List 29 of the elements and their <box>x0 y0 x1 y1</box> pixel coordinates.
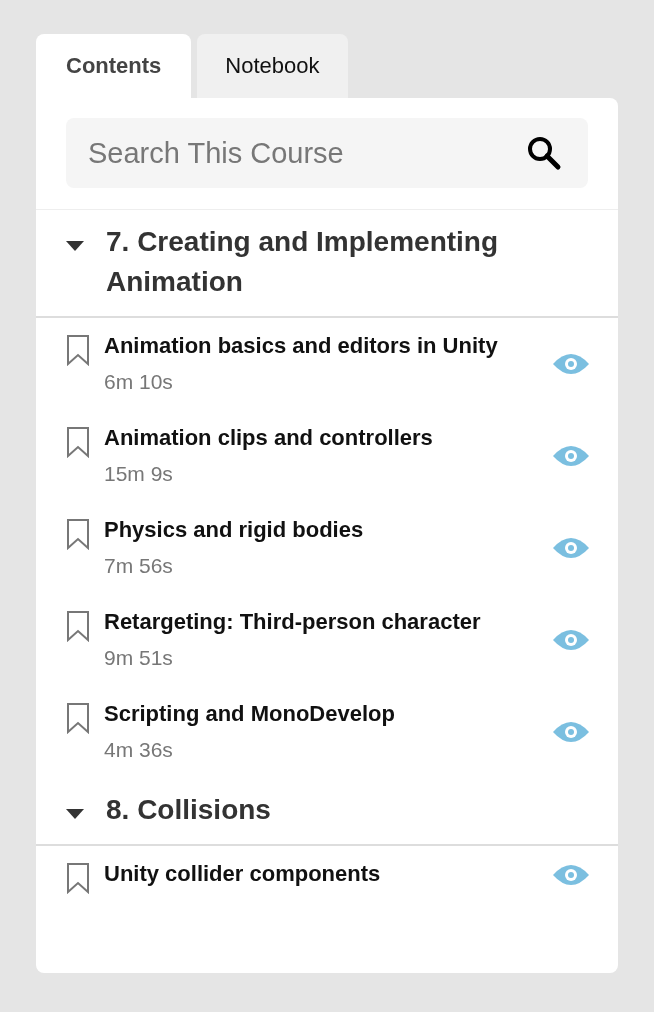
lesson-title: Scripting and MonoDevelop <box>104 700 396 728</box>
lesson-duration: 6m 10s <box>104 369 174 395</box>
search-field[interactable]: Search This Course <box>66 118 588 188</box>
lesson-item[interactable]: Unity collider components <box>36 846 618 904</box>
bookmark-icon[interactable] <box>66 334 90 366</box>
lesson-duration: 4m 36s <box>104 737 174 763</box>
bookmark-icon[interactable] <box>66 862 90 894</box>
search-icon[interactable] <box>526 135 562 171</box>
lesson-title: Animation clips and controllers <box>104 424 434 452</box>
lesson-title: Unity collider components <box>104 860 382 888</box>
section-header[interactable]: 8. Collisions <box>36 778 618 846</box>
tab[interactable]: Notebook <box>197 34 348 98</box>
lesson-item[interactable]: Animation basics and editors in Unity 6m 10s <box>36 318 618 410</box>
lesson-item[interactable]: Retargeting: Third-person character 9m 51s <box>36 594 618 686</box>
section-header[interactable]: 7. Creating and Implementing Animation <box>36 210 618 318</box>
tab[interactable]: Contents <box>36 34 192 98</box>
lesson-duration: 9m 51s <box>104 645 174 671</box>
lesson-title: Retargeting: Third-person character <box>104 608 482 636</box>
lesson-duration: 7m 56s <box>104 553 174 579</box>
lesson-item[interactable]: Animation clips and controllers 15m 9s <box>36 410 618 502</box>
bookmark-icon[interactable] <box>66 702 90 734</box>
lesson-item[interactable]: Physics and rigid bodies 7m 56s <box>36 502 618 594</box>
bookmark-icon[interactable] <box>66 518 90 550</box>
lesson-duration: 15m 9s <box>104 461 174 487</box>
lesson-title: Physics and rigid bodies <box>104 516 365 544</box>
bookmark-icon[interactable] <box>66 610 90 642</box>
lesson-item[interactable]: Scripting and MonoDevelop 4m 36s <box>36 686 618 778</box>
bookmark-icon[interactable] <box>66 426 90 458</box>
lesson-title: Animation basics and editors in Unity <box>104 332 499 360</box>
